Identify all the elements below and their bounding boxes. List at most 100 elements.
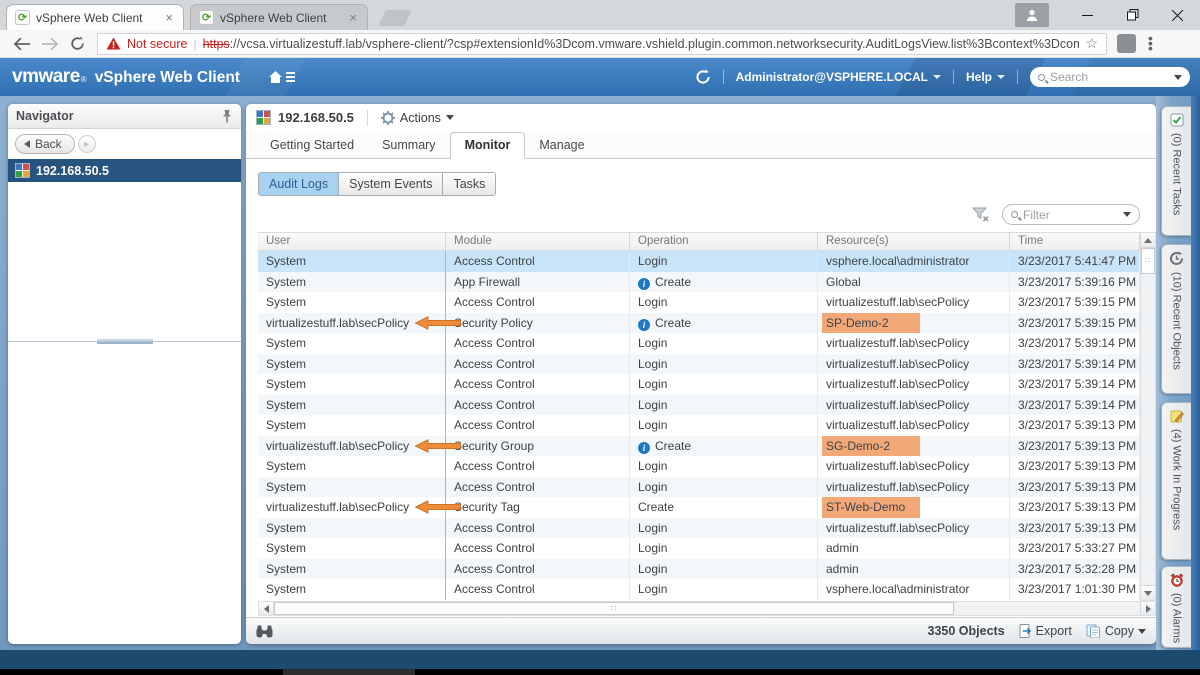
clear-filter-icon[interactable] (972, 207, 990, 223)
browser-menu-icon[interactable]: ••• (1148, 36, 1153, 51)
gear-icon (381, 111, 395, 125)
table-row[interactable]: virtualizestuff.lab\secPolicySecurity Gr… (258, 436, 1140, 457)
pin-icon[interactable] (221, 109, 233, 123)
tab-close-icon[interactable]: × (347, 10, 359, 25)
cell-resource: virtualizestuff.lab\secPolicy (818, 292, 1010, 313)
scroll-down-icon[interactable] (1141, 585, 1155, 600)
column-header-operation[interactable]: Operation (630, 233, 818, 250)
table-row[interactable]: SystemAccess ControlLoginvsphere.local\a… (258, 251, 1140, 272)
vertical-scroll-thumb[interactable]: ∷ (1141, 248, 1155, 274)
table-header: UserModuleOperationResource(s)Time (258, 232, 1140, 251)
tab-getting-started[interactable]: Getting Started (256, 133, 368, 158)
table-row[interactable]: SystemAccess ControlLoginvirtualizestuff… (258, 292, 1140, 313)
restore-button[interactable] (1110, 1, 1155, 29)
cell-time: 3/23/2017 5:39:14 PM (1010, 374, 1140, 395)
table-row[interactable]: SystemAccess ControlLoginvirtualizestuff… (258, 518, 1140, 539)
scroll-right-icon[interactable] (1140, 602, 1155, 615)
panel-splitter[interactable] (8, 338, 241, 345)
table-row[interactable]: SystemAccess ControlLoginadmin3/23/2017 … (258, 538, 1140, 559)
refresh-icon[interactable] (695, 69, 711, 85)
table-row[interactable]: SystemAccess ControlLoginvirtualizestuff… (258, 395, 1140, 416)
browser-tab[interactable]: ⟳vSphere Web Client× (6, 4, 184, 30)
subtab-tasks[interactable]: Tasks (443, 173, 495, 195)
operation-label: Create (655, 439, 691, 453)
cell-module: Access Control (446, 538, 630, 559)
resource-highlight: SG-Demo-2 (822, 436, 920, 457)
table-row[interactable]: virtualizestuff.lab\secPolicySecurity Po… (258, 313, 1140, 334)
table-row[interactable]: SystemAccess ControlLoginvirtualizestuff… (258, 456, 1140, 477)
tab-manage[interactable]: Manage (525, 133, 598, 158)
cell-user: System (258, 354, 446, 375)
forward-button[interactable]: ▸ (78, 135, 96, 153)
table-row[interactable]: virtualizestuff.lab\secPolicySecurity Ta… (258, 497, 1140, 518)
back-icon[interactable] (14, 38, 30, 50)
cell-resource: SG-Demo-2 (818, 436, 1010, 457)
tab-summary[interactable]: Summary (368, 133, 449, 158)
table-row[interactable]: SystemAccess ControlLoginvsphere.local\a… (258, 579, 1140, 600)
sidebar-tab-label: (0) Alarms (1171, 593, 1183, 643)
url-text[interactable]: https://vcsa.virtualizestuff.lab/vsphere… (203, 37, 1080, 51)
export-button[interactable]: Export (1019, 624, 1072, 638)
sidebar-tab--recent-objects[interactable]: (10) Recent Objects (1161, 244, 1191, 394)
scroll-up-icon[interactable] (1141, 233, 1155, 248)
close-window-button[interactable] (1155, 1, 1200, 29)
horizontal-scroll-thumb[interactable]: ∷ (274, 602, 954, 615)
column-header-module[interactable]: Module (446, 233, 630, 250)
table-row[interactable]: SystemAccess ControlLoginvirtualizestuff… (258, 477, 1140, 498)
table-body: SystemAccess ControlLoginvsphere.local\a… (258, 251, 1140, 600)
navigator-item-selected[interactable]: 192.168.50.5 (8, 159, 241, 182)
cell-time: 3/23/2017 5:39:14 PM (1010, 354, 1140, 375)
cell-resource: virtualizestuff.lab\secPolicy (818, 456, 1010, 477)
cell-operation: Login (630, 292, 818, 313)
forward-icon[interactable] (42, 38, 58, 50)
global-search[interactable] (1030, 67, 1190, 87)
operation-label: Create (638, 500, 674, 514)
search-input[interactable] (1050, 70, 1169, 84)
user-menu[interactable]: Administrator@VSPHERE.LOCAL (736, 70, 941, 84)
search-dropdown-icon[interactable] (1174, 75, 1182, 80)
not-secure-label[interactable]: Not secure (127, 37, 187, 51)
new-tab-button[interactable] (378, 10, 411, 26)
column-header-user[interactable]: User (258, 233, 446, 250)
browser-tab[interactable]: ⟳vSphere Web Client× (190, 4, 368, 30)
filter-dropdown-icon[interactable] (1123, 212, 1131, 217)
table-row[interactable]: SystemAccess ControlLoginvirtualizestuff… (258, 333, 1140, 354)
copy-button[interactable]: Copy (1086, 624, 1146, 638)
bookmark-star-icon[interactable]: ☆ (1085, 35, 1098, 52)
back-button[interactable]: Back (15, 134, 75, 154)
help-menu[interactable]: Help (966, 70, 1005, 84)
screen: ⟳vSphere Web Client×⟳vSphere Web Client×… (0, 0, 1200, 675)
cell-module: Access Control (446, 456, 630, 477)
tab-close-icon[interactable]: × (163, 10, 175, 25)
table-row[interactable]: SystemAccess ControlLoginvirtualizestuff… (258, 374, 1140, 395)
url-bar[interactable]: Not secure | https://vcsa.virtualizestuf… (97, 33, 1107, 55)
table-row[interactable]: SystemApp FirewalliCreateGlobal3/23/2017… (258, 272, 1140, 293)
actions-menu[interactable]: Actions (381, 111, 454, 125)
reload-icon[interactable] (70, 36, 85, 51)
column-header-time[interactable]: Time (1010, 233, 1140, 250)
extension-icon[interactable] (1117, 34, 1136, 53)
sidebar-tab--work-in-progress[interactable]: (4) Work In Progress (1161, 402, 1191, 560)
table-row[interactable]: SystemAccess ControlLoginvirtualizestuff… (258, 415, 1140, 436)
subtab-audit-logs[interactable]: Audit Logs (259, 173, 339, 195)
browser-profile-button[interactable] (1015, 3, 1049, 27)
tab-monitor[interactable]: Monitor (450, 132, 526, 159)
sidebar-tab--alarms[interactable]: (0) Alarms (1161, 566, 1191, 648)
minimize-button[interactable] (1065, 1, 1110, 29)
cell-operation: Login (630, 251, 818, 272)
filter-input[interactable] (1023, 208, 1118, 222)
hamburger-icon[interactable] (286, 72, 295, 82)
column-header-resource-s-[interactable]: Resource(s) (818, 233, 1010, 250)
cell-module: Access Control (446, 559, 630, 580)
table-row[interactable]: SystemAccess ControlLoginadmin3/23/2017 … (258, 559, 1140, 580)
cell-module: Security Tag (446, 497, 630, 518)
subtab-system-events[interactable]: System Events (339, 173, 443, 195)
table-row[interactable]: SystemAccess ControlLoginvirtualizestuff… (258, 354, 1140, 375)
horizontal-scrollbar[interactable]: ∷ (258, 601, 1156, 616)
filter-box[interactable] (1002, 204, 1140, 225)
scroll-left-icon[interactable] (259, 602, 274, 615)
sidebar-tab--recent-tasks[interactable]: (0) Recent Tasks (1161, 106, 1191, 236)
vertical-scrollbar[interactable]: ∷ (1140, 232, 1156, 601)
find-icon[interactable] (256, 625, 273, 638)
home-icon[interactable] (268, 70, 295, 84)
